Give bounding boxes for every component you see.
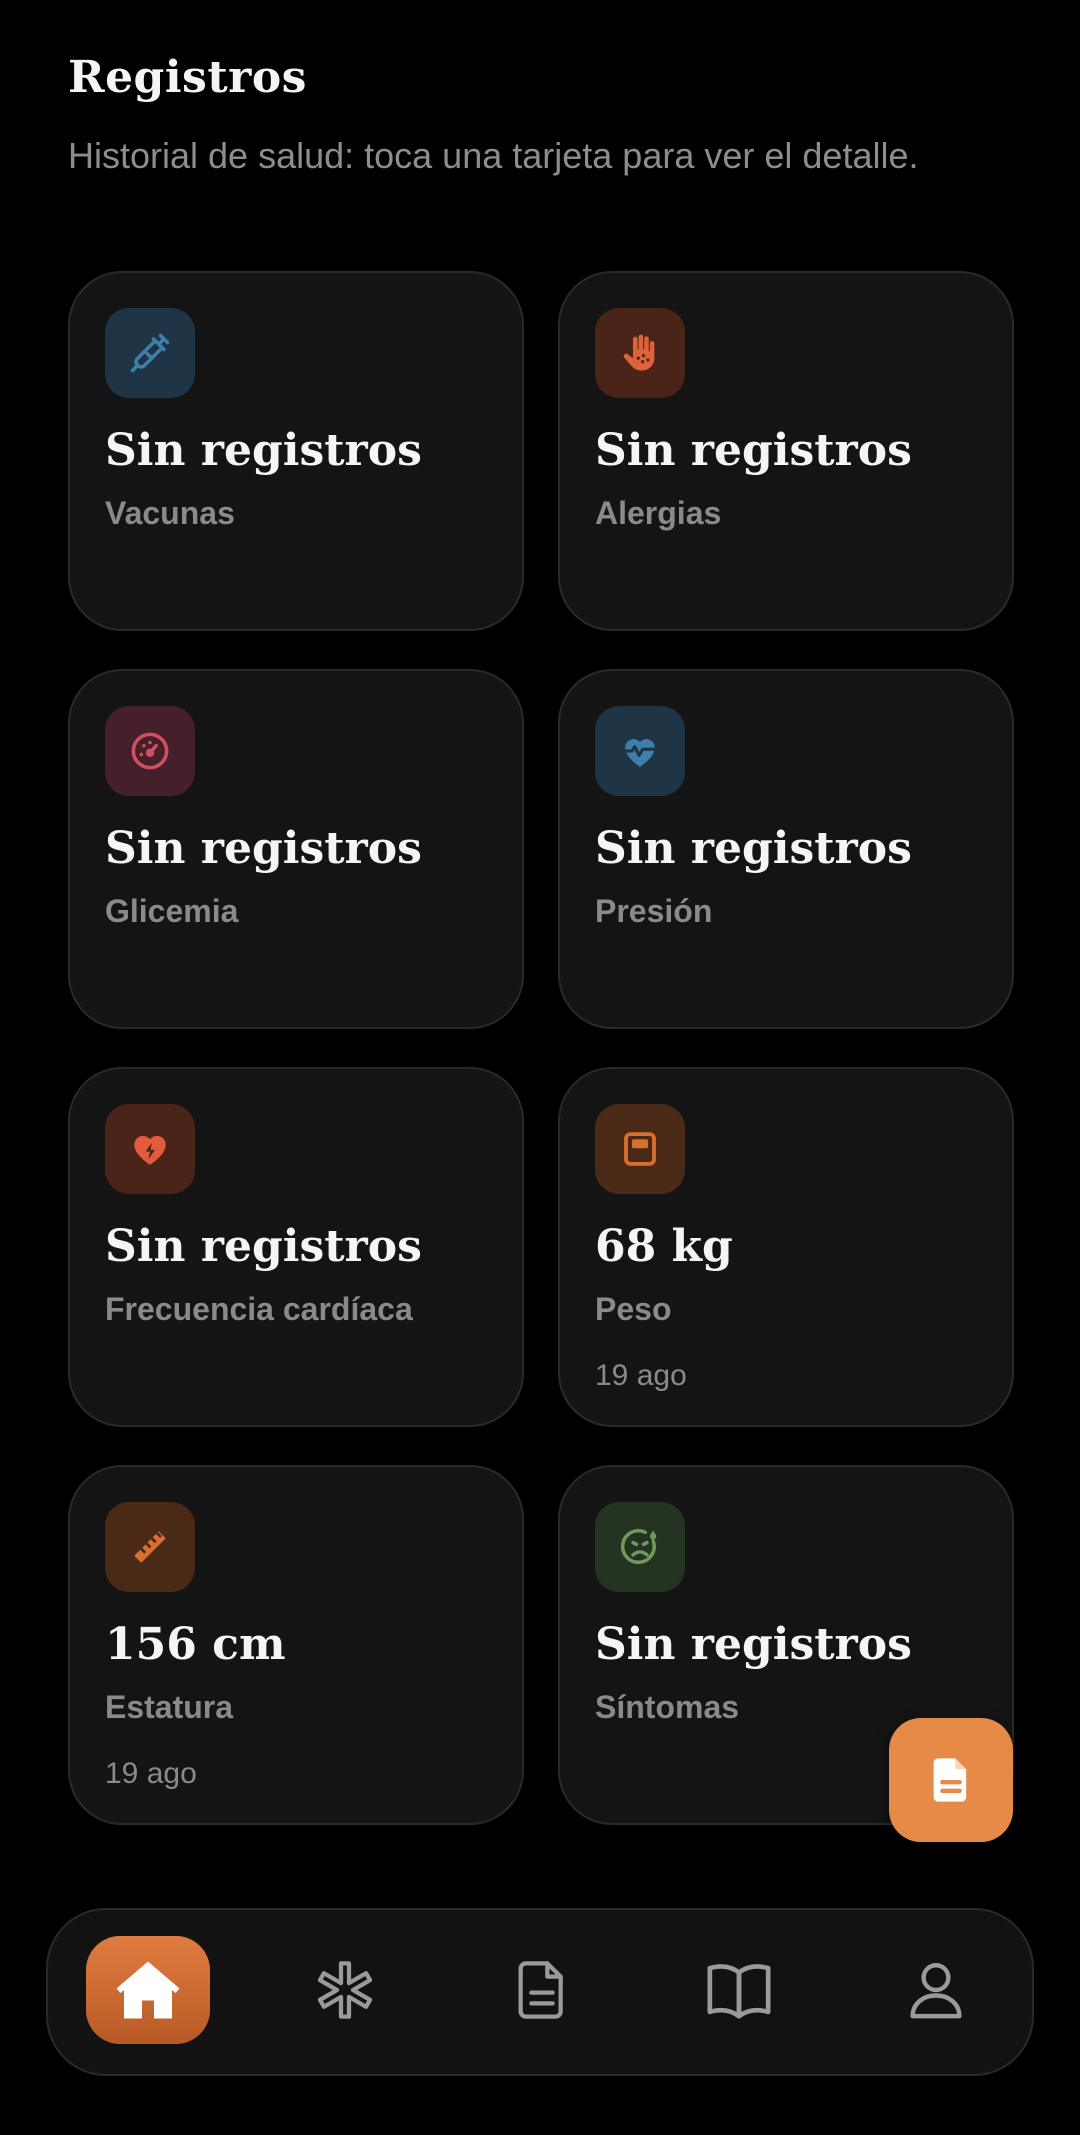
- document-icon: [933, 1758, 967, 1802]
- card-value: 68 kg: [595, 1221, 733, 1272]
- nav-records[interactable]: [480, 1936, 604, 2044]
- card-value: 156 cm: [105, 1619, 286, 1670]
- card-label: Peso: [595, 1291, 672, 1327]
- card-label: Presión: [595, 893, 713, 929]
- card-date: 19 ago: [105, 1757, 197, 1790]
- card-value: Sin registros: [105, 823, 422, 874]
- card-icon-box: [105, 706, 195, 796]
- hand-dots-icon: [623, 334, 655, 371]
- card-label: Síntomas: [595, 1689, 740, 1725]
- card-value: Sin registros: [105, 1221, 422, 1272]
- asterisk-icon: [317, 1961, 373, 2019]
- card-value: Sin registros: [105, 425, 422, 476]
- card-icon-box: [105, 1104, 195, 1194]
- card-frecuencia-cardiaca[interactable]: Sin registros Frecuencia cardíaca: [68, 1067, 524, 1427]
- card-icon-box: [595, 1502, 685, 1592]
- card-glicemia[interactable]: Sin registros Glicemia: [68, 669, 524, 1029]
- card-label: Estatura: [105, 1689, 234, 1725]
- weight-scale-icon: [624, 1132, 656, 1166]
- bottom-nav: [46, 1908, 1034, 2076]
- card-icon-box: [595, 308, 685, 398]
- nav-profile[interactable]: [874, 1936, 998, 2044]
- card-presion[interactable]: Sin registros Presión: [558, 669, 1014, 1029]
- card-alergias[interactable]: Sin registros Alergias: [558, 271, 1014, 631]
- card-date: 19 ago: [595, 1359, 687, 1392]
- new-record-fab[interactable]: [889, 1718, 1013, 1842]
- home-icon: [116, 1961, 180, 2019]
- user-icon: [910, 1963, 962, 2019]
- nav-library[interactable]: [677, 1936, 801, 2044]
- heart-pulse-icon: [622, 739, 658, 767]
- page-title: Registros: [68, 52, 307, 103]
- card-icon-box: [595, 1104, 685, 1194]
- card-icon-box: [595, 706, 685, 796]
- card-estatura[interactable]: 156 cm Estatura 19 ago: [68, 1465, 524, 1825]
- card-icon-box: [105, 1502, 195, 1592]
- nav-medical[interactable]: [283, 1936, 407, 2044]
- card-vacunas[interactable]: Sin registros Vacunas: [68, 271, 524, 631]
- card-label: Frecuencia cardíaca: [105, 1291, 413, 1327]
- card-value: Sin registros: [595, 1619, 912, 1670]
- page-subtitle: Historial de salud: toca una tarjeta par…: [68, 135, 919, 176]
- card-label: Alergias: [595, 495, 722, 531]
- gauge-icon: [131, 732, 169, 770]
- card-label: Vacunas: [105, 495, 235, 531]
- sick-face-icon: [620, 1529, 657, 1564]
- syringe-icon: [130, 333, 170, 373]
- card-peso[interactable]: 68 kg Peso 19 ago: [558, 1067, 1014, 1427]
- ruler-icon: [134, 1531, 166, 1563]
- card-icon-box: [105, 308, 195, 398]
- book-icon: [707, 1964, 771, 2019]
- document-icon: [518, 1961, 563, 2019]
- card-label: Glicemia: [105, 893, 239, 929]
- records-grid: Sin registros Vacunas Sin registros Aler…: [68, 271, 1014, 1825]
- heart-bolt-icon: [134, 1135, 166, 1165]
- card-value: Sin registros: [595, 425, 912, 476]
- nav-home[interactable]: [86, 1936, 210, 2044]
- card-value: Sin registros: [595, 823, 912, 874]
